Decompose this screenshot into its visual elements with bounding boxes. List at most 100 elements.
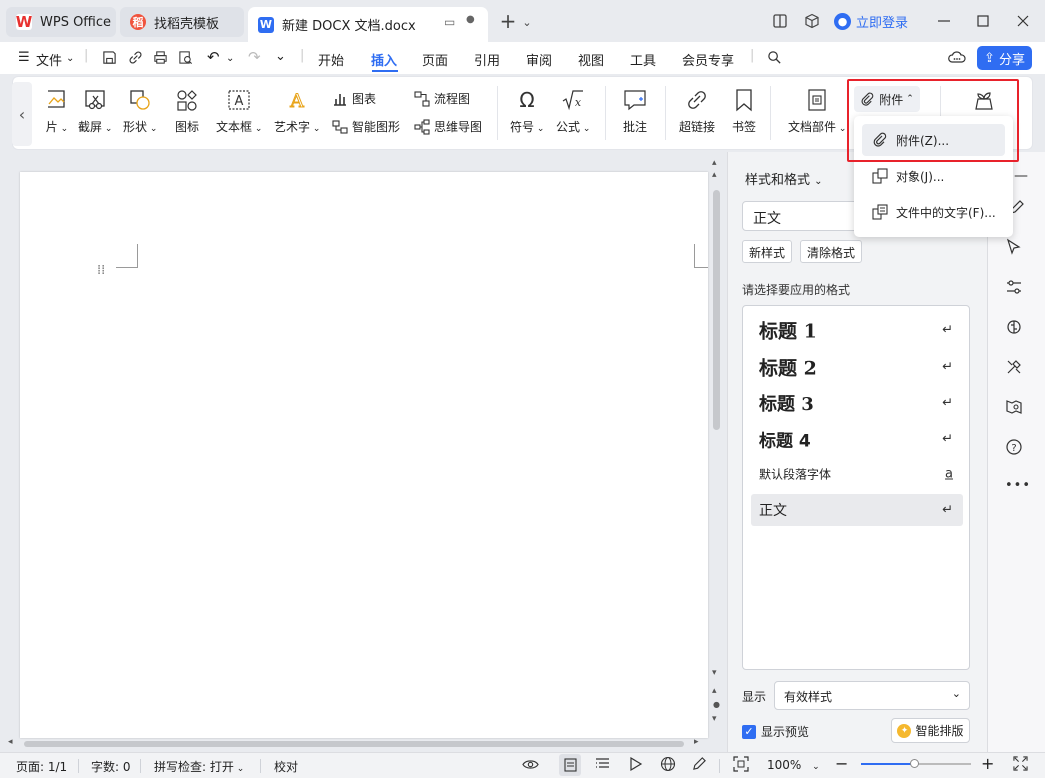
zoom-in-icon[interactable]: +: [981, 754, 994, 773]
smartart-button[interactable]: 智能图形: [332, 118, 400, 135]
more-chevron-icon[interactable]: ⌄: [275, 49, 286, 64]
scroll-right-icon[interactable]: ▸: [694, 737, 699, 747]
fullscreen-icon[interactable]: [1013, 756, 1028, 774]
tools-icon[interactable]: [1005, 358, 1025, 378]
next-page-icon[interactable]: ▾: [712, 714, 717, 724]
style-item-heading4[interactable]: 标题 4 ↵: [751, 423, 963, 455]
chevron-down-icon[interactable]: ⌄: [226, 53, 234, 64]
picture-button[interactable]: 片 ⌄: [44, 88, 70, 135]
hyperlink-button[interactable]: 超链接: [679, 88, 715, 135]
tab-insert[interactable]: 插入: [371, 50, 397, 69]
tab-wps-office[interactable]: W WPS Office: [6, 7, 116, 37]
close-icon[interactable]: [1013, 11, 1033, 31]
style-item-default-font[interactable]: 默认段落字体 a: [751, 458, 963, 490]
page-count[interactable]: 页面: 1/1: [16, 758, 67, 775]
zoom-slider-knob[interactable]: [910, 759, 919, 768]
play-icon[interactable]: [629, 756, 643, 775]
chevron-down-icon[interactable]: ⌄: [66, 53, 74, 64]
plant-icon[interactable]: [972, 89, 996, 116]
flowchart-button[interactable]: 流程图: [414, 90, 470, 107]
tab-member[interactable]: 会员专享: [682, 50, 734, 69]
zoom-out-icon[interactable]: −: [835, 754, 848, 773]
tab-review[interactable]: 审阅: [526, 50, 552, 69]
shape-button[interactable]: 形状 ⌄: [123, 88, 157, 135]
menu-item-attachment[interactable]: 附件(Z)...: [862, 124, 1005, 156]
cloud-icon[interactable]: [948, 50, 966, 69]
adjust-sliders-icon[interactable]: [1005, 278, 1025, 298]
tab-current-document[interactable]: W 新建 DOCX 文档.docx ▭ ●: [248, 7, 488, 42]
style-item-heading2[interactable]: 标题 2 ↵: [751, 351, 963, 383]
mindmap-button[interactable]: 思维导图: [414, 118, 482, 135]
style-item-body[interactable]: 正文 ↵: [751, 494, 963, 526]
styles-pane-title[interactable]: 样式和格式 ⌄: [745, 169, 823, 188]
tab-daoke-templates[interactable]: 稻 找稻壳模板: [120, 7, 244, 37]
proofread-button[interactable]: 校对: [274, 758, 298, 775]
pen-icon[interactable]: [692, 756, 707, 774]
scroll-left-icon[interactable]: ◂: [8, 737, 13, 747]
bookmark-button[interactable]: 书签: [731, 88, 757, 135]
tab-home[interactable]: 开始: [318, 50, 344, 69]
new-tab-icon[interactable]: +: [498, 9, 518, 33]
symbol-button[interactable]: Ω 符号 ⌄: [510, 88, 544, 135]
scroll-top-icon[interactable]: ▴: [712, 170, 717, 180]
vertical-scroll-thumb[interactable]: [713, 190, 720, 430]
hamburger-icon[interactable]: ☰: [18, 50, 30, 65]
new-style-button[interactable]: 新样式: [742, 240, 793, 263]
wordart-button[interactable]: A 艺术字 ⌄: [274, 88, 320, 135]
print-preview-icon[interactable]: [178, 50, 193, 69]
book-search-icon[interactable]: [1005, 398, 1025, 418]
more-icon[interactable]: •••: [1005, 478, 1030, 498]
chevron-down-icon[interactable]: ⌄: [517, 12, 537, 32]
chart-button[interactable]: 图表: [332, 90, 376, 107]
current-style-field[interactable]: 正文: [742, 201, 862, 231]
docparts-button[interactable]: 文档部件 ⌄: [788, 88, 846, 135]
scroll-down-icon[interactable]: ▾: [712, 668, 717, 678]
screenshot-button[interactable]: 截屏 ⌄: [78, 88, 112, 135]
icon-button[interactable]: 图标: [174, 88, 200, 135]
style-item-heading1[interactable]: 标题 1 ↵: [751, 314, 963, 346]
menu-item-object[interactable]: 对象(J)...: [862, 160, 1005, 192]
style-item-heading3[interactable]: 标题 3 ↵: [751, 387, 963, 419]
outline-view-icon[interactable]: [595, 757, 610, 774]
file-menu[interactable]: 文件: [36, 50, 62, 69]
formula-button[interactable]: x 公式 ⌄: [556, 88, 590, 135]
redo-icon[interactable]: ↷: [248, 48, 261, 66]
menu-item-text-from-file[interactable]: 文件中的文字(F)...: [862, 196, 1005, 228]
attachment-button[interactable]: 附件 ⌃: [854, 86, 920, 112]
word-count[interactable]: 字数: 0: [91, 758, 131, 775]
horizontal-scroll-thumb[interactable]: [24, 741, 684, 747]
eye-icon[interactable]: [522, 756, 539, 776]
smart-layout-button[interactable]: ✦ 智能排版: [891, 718, 970, 743]
document-page[interactable]: ⁞⁞: [20, 172, 708, 738]
cube-icon[interactable]: [802, 11, 822, 31]
collapse-pane-icon[interactable]: —: [1014, 168, 1028, 184]
monitor-icon[interactable]: ▭: [444, 15, 455, 29]
unsaved-dot-icon[interactable]: ●: [466, 14, 475, 25]
page-view-icon[interactable]: [559, 754, 581, 776]
zoom-select[interactable]: 100% ⌄: [767, 758, 820, 772]
login-button[interactable]: ● 立即登录: [834, 12, 908, 31]
tab-tools[interactable]: 工具: [630, 50, 656, 69]
help-icon[interactable]: ?: [1005, 438, 1025, 458]
tab-page[interactable]: 页面: [422, 50, 448, 69]
search-icon[interactable]: [767, 50, 782, 69]
undo-icon[interactable]: ↶: [207, 48, 220, 66]
minimize-icon[interactable]: [934, 11, 954, 31]
prev-page-icon[interactable]: ▴: [712, 686, 717, 696]
show-preview-checkbox[interactable]: ✓ 显示预览: [742, 723, 809, 740]
clear-format-button[interactable]: 清除格式: [800, 240, 863, 263]
tab-references[interactable]: 引用: [474, 50, 500, 69]
spellcheck-toggle[interactable]: 拼写检查: 打开 ⌄: [154, 758, 244, 775]
ai-brain-icon[interactable]: [1005, 318, 1025, 338]
show-filter-select[interactable]: 有效样式 ⌄: [774, 681, 970, 710]
layout-icon[interactable]: [770, 11, 790, 31]
textbox-button[interactable]: A 文本框 ⌄: [216, 88, 262, 135]
drag-handle-icon[interactable]: ⁞⁞: [97, 264, 105, 277]
web-view-icon[interactable]: [660, 756, 676, 775]
maximize-icon[interactable]: [973, 11, 993, 31]
select-browse-icon[interactable]: ●: [713, 700, 720, 709]
save-icon[interactable]: [102, 50, 117, 69]
tab-view[interactable]: 视图: [578, 50, 604, 69]
cloud-link-icon[interactable]: [128, 50, 143, 69]
fit-page-icon[interactable]: [733, 756, 749, 775]
